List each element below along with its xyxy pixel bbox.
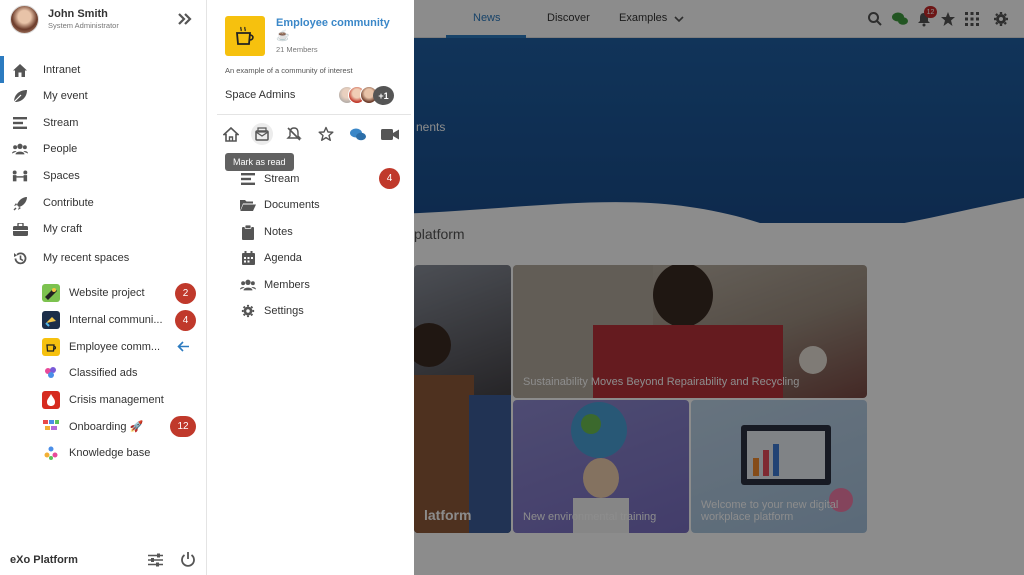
recent-space-onboarding[interactable]: Onboarding 🚀 12 [0, 413, 207, 439]
chat-icon[interactable] [349, 125, 367, 143]
space-nav-notes[interactable]: Notes [0, 219, 293, 245]
space-nav-stream[interactable]: Stream 4 [0, 166, 400, 192]
space-avatar [42, 391, 60, 409]
space-home-icon[interactable] [222, 125, 240, 143]
recent-space-label: Employee comm... [69, 341, 161, 353]
recent-space-label: Onboarding 🚀 [69, 421, 144, 433]
space-avatar [42, 338, 60, 356]
space-avatar [42, 444, 60, 462]
mute-notifications-icon[interactable] [285, 125, 303, 143]
people-icon [12, 141, 28, 157]
sidebar-item-label: Intranet [43, 64, 81, 76]
recent-space-crisis-management[interactable]: Crisis management [0, 387, 207, 413]
space-nav-members[interactable]: Members [0, 272, 310, 298]
recent-space-label: Knowledge base [69, 447, 151, 459]
video-call-icon[interactable] [381, 125, 399, 143]
arrow-left-icon[interactable] [177, 340, 190, 353]
recent-space-label: Classified ads [69, 367, 138, 379]
calendar-icon [240, 250, 256, 266]
space-nav-label: Settings [264, 305, 304, 317]
sidebar-item-label: My event [43, 90, 88, 102]
space-nav-label: Documents [264, 199, 320, 211]
space-nav-agenda[interactable]: Agenda [0, 245, 302, 271]
more-admins-badge[interactable]: +1 [373, 86, 394, 105]
tooltip: Mark as read [225, 153, 294, 171]
home-icon [12, 62, 28, 78]
unread-badge: 4 [379, 168, 400, 189]
space-admins-label: Space Admins [225, 89, 296, 101]
space-emoji: ☕ [276, 30, 290, 42]
recent-space-knowledge-base[interactable]: Knowledge base [0, 440, 207, 466]
stream-icon [240, 171, 256, 187]
people-icon [240, 277, 256, 293]
unread-badge: 12 [170, 416, 196, 437]
gear-icon [240, 303, 256, 319]
clipboard-icon [240, 224, 256, 240]
space-nav-settings[interactable]: Settings [0, 298, 304, 324]
sidebar-item-people[interactable]: People [0, 136, 207, 162]
space-nav-label: Agenda [264, 252, 302, 264]
space-members-count[interactable]: 21 Members [276, 45, 318, 54]
leaf-icon [12, 88, 28, 104]
sliders-icon[interactable] [148, 553, 163, 567]
recent-space-employee-community[interactable]: Employee comm... [0, 334, 207, 360]
power-icon[interactable] [180, 551, 196, 567]
panel-divider [217, 114, 411, 115]
space-description: An example of a community of interest [225, 66, 353, 75]
sidebar-item-label: People [43, 143, 78, 155]
recent-space-label: Crisis management [69, 394, 164, 406]
space-nav-label: Notes [264, 226, 293, 238]
space-avatar [42, 364, 60, 382]
brand-name: eXo Platform [10, 554, 78, 566]
space-nav-label: Stream [264, 173, 300, 185]
sidebar-item-label: Stream [43, 117, 79, 129]
sidebar-item-intranet[interactable]: Intranet [0, 57, 207, 83]
space-logo[interactable] [225, 16, 265, 56]
space-nav-documents[interactable]: Documents [0, 192, 320, 218]
sidebar-footer: eXo Platform [0, 545, 207, 575]
user-name[interactable]: John Smith [48, 8, 108, 20]
recent-space-classified-ads[interactable]: Classified ads [0, 360, 207, 386]
space-avatar [42, 417, 60, 435]
stream-icon [12, 115, 28, 131]
mark-as-read-icon[interactable] [251, 123, 273, 145]
space-nav-label: Members [264, 279, 310, 291]
space-title[interactable]: Employee community [276, 17, 390, 29]
folder-open-icon [240, 197, 256, 213]
sidebar-item-stream[interactable]: Stream [0, 110, 207, 136]
user-avatar[interactable] [10, 5, 39, 34]
double-chevron-right-icon[interactable] [176, 11, 192, 27]
user-role: System Administrator [48, 21, 119, 30]
sidebar-item-my-event[interactable]: My event [0, 83, 207, 109]
favorite-star-icon[interactable] [317, 125, 335, 143]
